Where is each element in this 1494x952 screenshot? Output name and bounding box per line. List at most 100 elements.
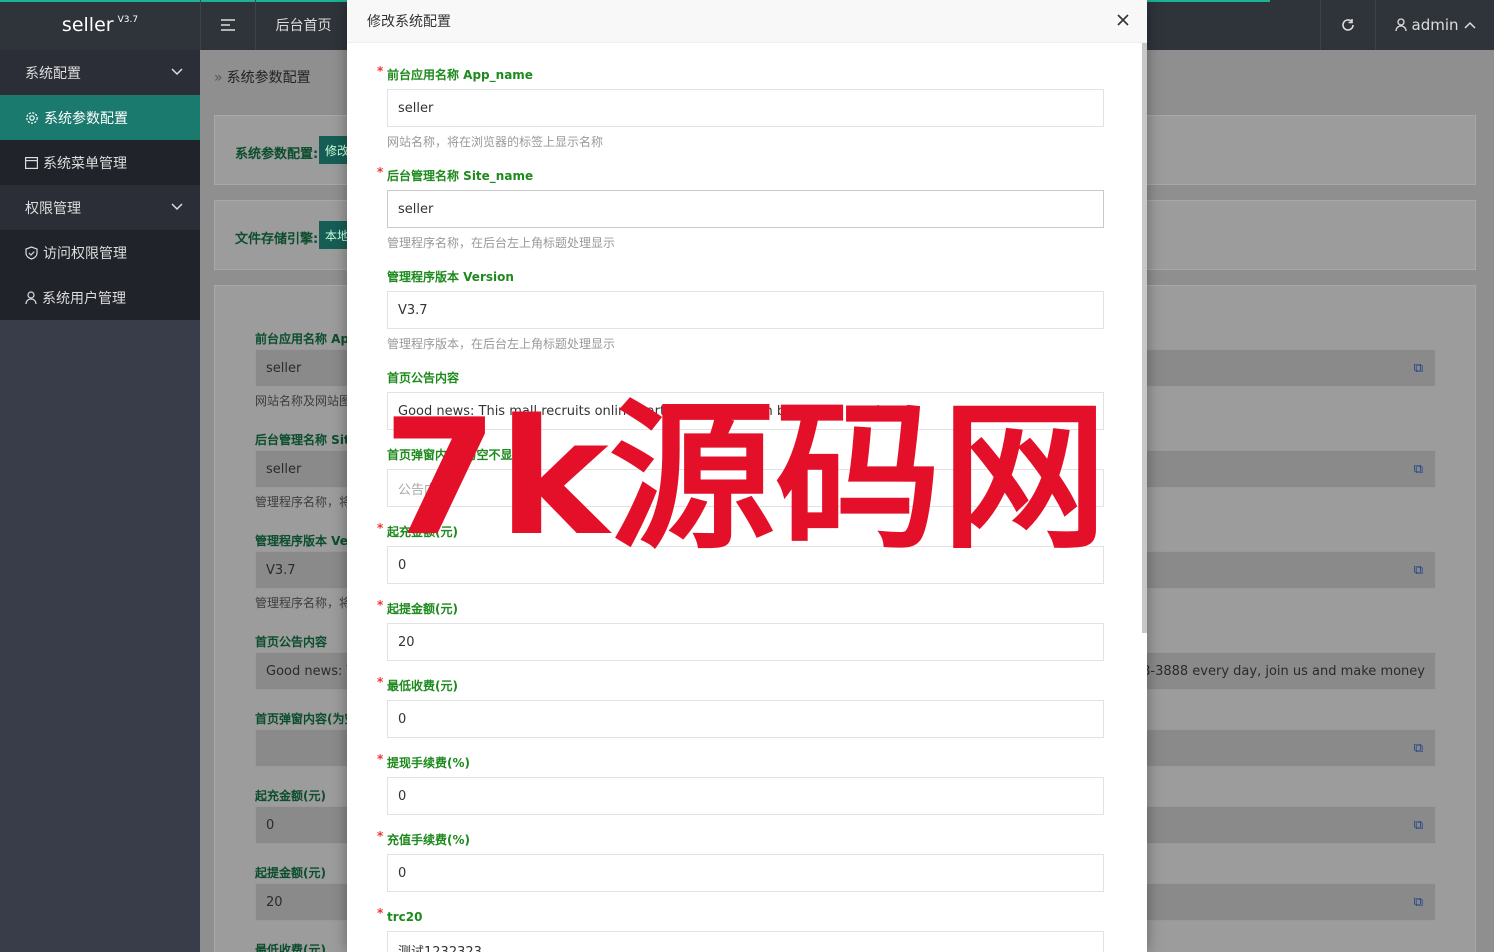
input-value: seller [266, 360, 302, 376]
double-chevron-right-icon: » [214, 70, 223, 86]
refresh-button[interactable] [1320, 0, 1375, 50]
brand-logo[interactable]: seller V3.7 [0, 0, 200, 50]
form-field-site-name: * 后台管理名称 Site_name seller 管理程序名称，在后台左上角标题… [377, 165, 1104, 251]
field-label: 首页弹窗内容(为空不显示) [387, 448, 530, 462]
storage-engine-button[interactable]: 本地 [319, 221, 349, 249]
modal-scrollbar[interactable] [1142, 43, 1147, 633]
required-mark: * [377, 906, 384, 920]
breadcrumb: » 系统参数配置 [214, 67, 311, 87]
field-label: trc20 [387, 910, 423, 924]
copy-icon[interactable]: ⧉ [1414, 361, 1423, 376]
form-field-trc20: * trc20 测试1232323 [377, 906, 1104, 952]
edit-config-button[interactable]: 修改 [319, 136, 349, 164]
sidebar-group-permissions[interactable]: 权限管理 [0, 185, 200, 230]
field-label: 首页公告内容 [387, 371, 460, 385]
required-mark: * [377, 165, 384, 179]
recharge-fee-input[interactable]: 0 [387, 854, 1104, 892]
field-help: 管理程序版本，在后台左上角标题处理显示 [387, 337, 616, 351]
brand-version: V3.7 [117, 15, 139, 25]
field-label: 起提金额(元) [255, 866, 326, 880]
field-label: 前台应用名称 App_name [387, 68, 533, 82]
tab-home[interactable]: 后台首页 [255, 0, 351, 50]
min-withdraw-input[interactable]: 20 [387, 623, 1104, 661]
card-label: 系统参数配置: [235, 147, 319, 162]
field-label: 提现手续费(%) [387, 756, 470, 770]
field-label: 起提金额(元) [387, 602, 458, 616]
copy-icon[interactable]: ⧉ [1414, 895, 1423, 910]
input-value: 20 [266, 894, 283, 910]
field-label: 最低收费(元) [255, 943, 326, 952]
modal-body: * 前台应用名称 App_name seller 网站名称，将在浏览器的标签上显示… [347, 43, 1147, 952]
required-mark: * [377, 521, 384, 535]
field-label: 最低收费(元) [387, 679, 458, 693]
required-mark: * [377, 752, 384, 766]
sidebar-item-access-permissions[interactable]: 访问权限管理 [0, 230, 200, 275]
sidebar-group-system-config[interactable]: 系统配置 [0, 50, 200, 95]
sidebar-item-system-params[interactable]: 系统参数配置 [0, 95, 200, 140]
close-icon[interactable] [1115, 12, 1131, 28]
copy-icon[interactable]: ⧉ [1414, 462, 1423, 477]
sidebar-item-label: 权限管理 [25, 200, 81, 217]
sidebar-item-label: 系统参数配置 [44, 110, 128, 127]
field-label: 管理程序版本 Version [387, 270, 514, 284]
modal-header: 修改系统配置 [347, 0, 1147, 43]
shield-icon [25, 245, 38, 260]
form-field-popup: 首页弹窗内容(为空不显示) 公告内容 [387, 447, 1104, 507]
brand-name: seller [61, 14, 114, 36]
sidebar-item-label: 系统菜单管理 [43, 155, 127, 172]
user-icon [25, 290, 37, 304]
user-menu[interactable]: admin [1375, 0, 1494, 50]
field-help: 管理程序名称，在后台左上角标题处理显示 [387, 236, 616, 250]
form-field-app-name: * 前台应用名称 App_name seller 网站名称，将在浏览器的标签上显示… [377, 64, 1104, 150]
sidebar-item-menu-management[interactable]: 系统菜单管理 [0, 140, 200, 185]
chevron-up-icon [1463, 21, 1476, 29]
copy-icon[interactable]: ⧉ [1414, 563, 1423, 578]
notice-input[interactable]: Good news: This mall recruits online par… [387, 392, 1104, 430]
input-value: 0 [266, 817, 275, 833]
app-name-input[interactable]: seller [387, 89, 1104, 127]
modal-title: 修改系统配置 [367, 14, 451, 30]
form-field-min-withdraw: * 起提金额(元) 20 [377, 598, 1104, 661]
copy-icon[interactable]: ⧉ [1414, 741, 1423, 756]
field-label: 后台管理名称 Site_name [387, 169, 534, 183]
field-label: 首页公告内容 [255, 635, 328, 649]
field-label: 充值手续费(%) [387, 833, 470, 847]
sidebar-item-label: 系统用户管理 [42, 290, 126, 307]
min-recharge-input[interactable]: 0 [387, 546, 1104, 584]
required-mark: * [377, 64, 384, 78]
breadcrumb-current: 系统参数配置 [226, 70, 311, 86]
gear-icon [26, 111, 38, 124]
form-field-version: 管理程序版本 Version V3.7 管理程序版本，在后台左上角标题处理显示 [387, 269, 1104, 352]
form-field-notice: 首页公告内容 Good news: This mall recruits onl… [387, 370, 1104, 430]
user-name: admin [1411, 16, 1459, 34]
chevron-down-icon [171, 203, 183, 211]
sidebar: 系统配置 系统参数配置 系统菜单管理 权限管理 访问权限管理 系统用户管理 [0, 50, 200, 952]
copy-icon[interactable]: ⧉ [1414, 818, 1423, 833]
field-help: 网站名称，将在浏览器的标签上显示名称 [387, 135, 604, 149]
chevron-down-icon [171, 68, 183, 76]
user-icon [1394, 18, 1407, 32]
form-field-withdraw-fee: * 提现手续费(%) 0 [377, 752, 1104, 815]
form-field-recharge-fee: * 充值手续费(%) 0 [377, 829, 1104, 892]
required-mark: * [377, 598, 384, 612]
withdraw-fee-input[interactable]: 0 [387, 777, 1104, 815]
input-value: V3.7 [266, 562, 296, 578]
popup-content-input[interactable]: 公告内容 [387, 469, 1104, 507]
menu-icon [221, 19, 235, 31]
min-fee-input[interactable]: 0 [387, 700, 1104, 738]
version-input[interactable]: V3.7 [387, 291, 1104, 329]
form-field-min-recharge: * 起充金额(元) 0 [377, 521, 1104, 584]
field-label: 起充金额(元) [387, 525, 458, 539]
window-icon [25, 156, 38, 169]
form-field-min-fee: * 最低收费(元) 0 [377, 675, 1104, 738]
menu-toggle-button[interactable] [200, 0, 255, 50]
required-mark: * [377, 675, 384, 689]
refresh-icon [1342, 19, 1354, 31]
sidebar-item-label: 访问权限管理 [43, 245, 127, 262]
site-name-input[interactable]: seller [387, 190, 1104, 228]
sidebar-item-label: 系统配置 [25, 65, 81, 82]
sidebar-item-system-users[interactable]: 系统用户管理 [0, 275, 200, 320]
required-mark: * [377, 829, 384, 843]
trc20-input[interactable]: 测试1232323 [387, 931, 1104, 952]
edit-config-modal: 修改系统配置 * 前台应用名称 App_name seller 网站名称，将在浏览… [347, 0, 1147, 952]
